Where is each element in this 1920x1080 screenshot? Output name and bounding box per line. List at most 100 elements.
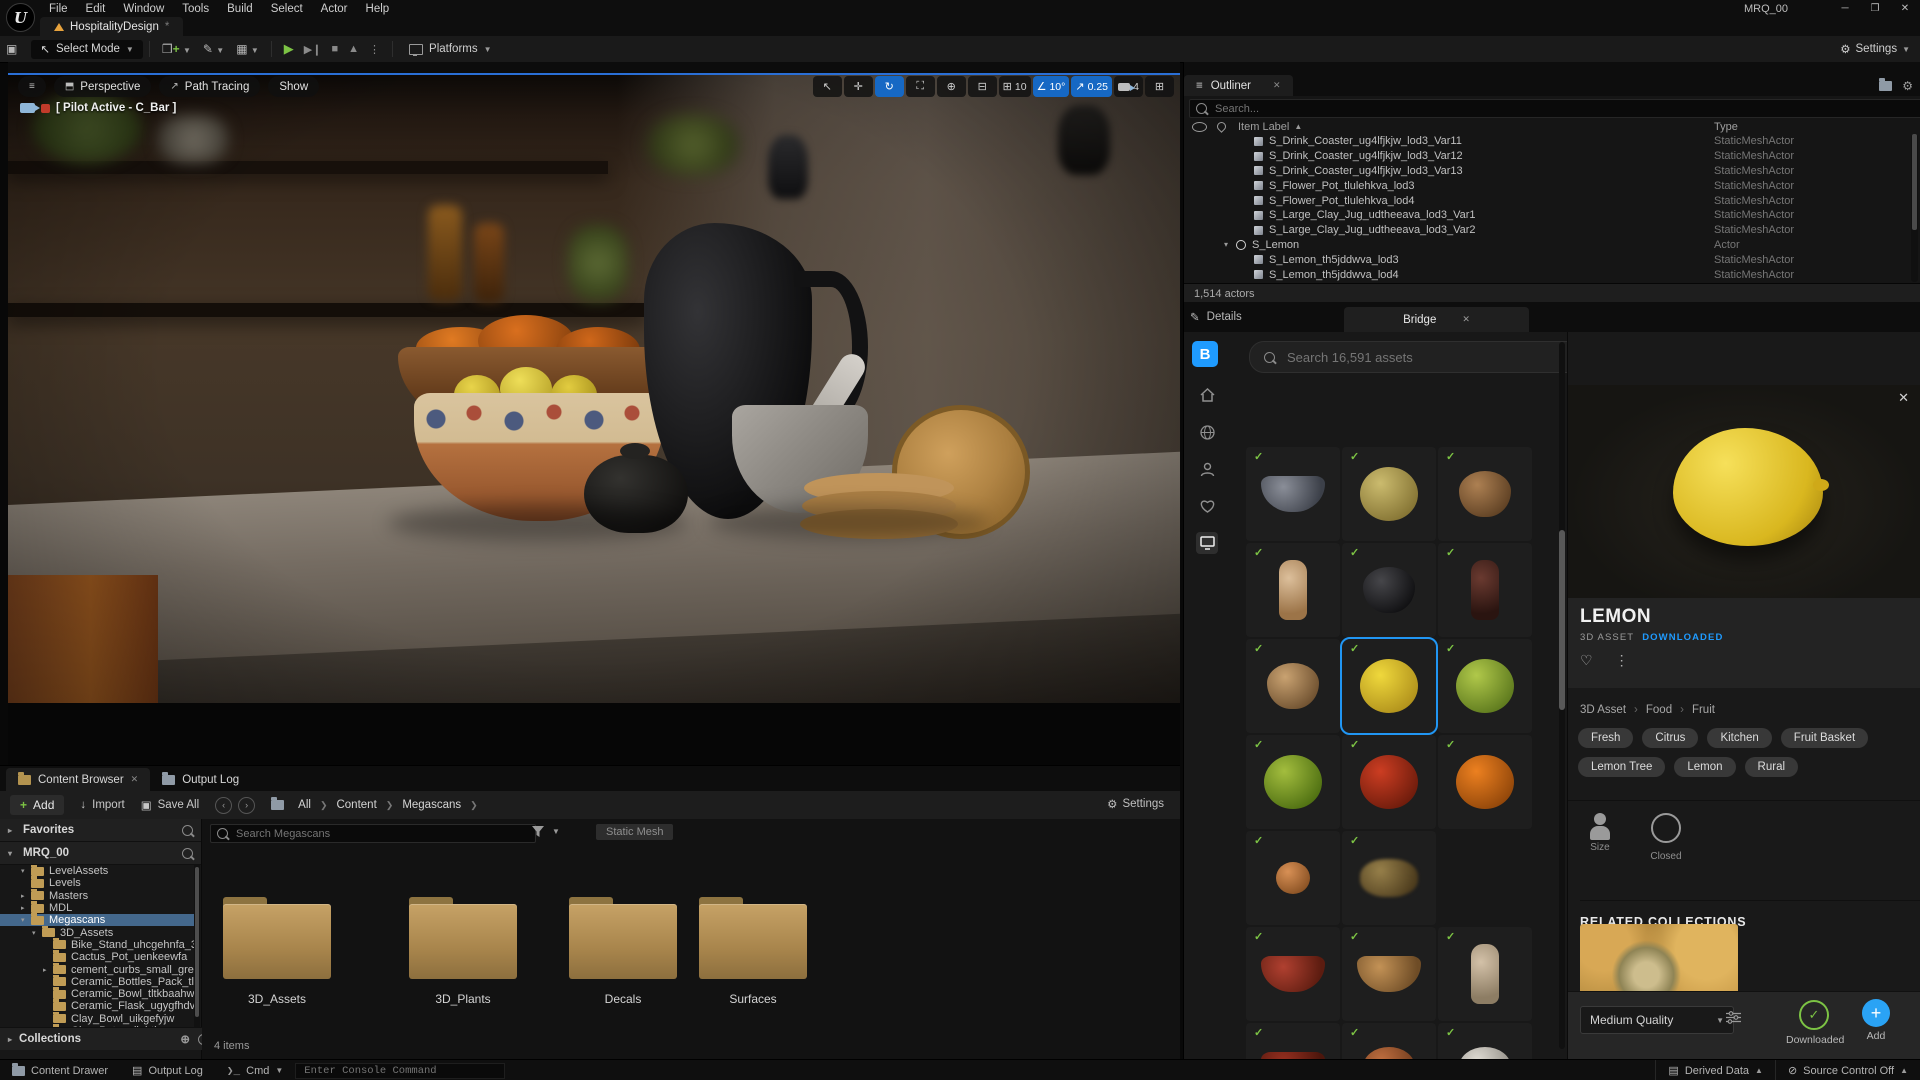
- asset-tile[interactable]: ✓: [1438, 543, 1532, 637]
- column-type[interactable]: Type: [1714, 121, 1738, 133]
- visibility-eye-icon[interactable]: [1192, 122, 1207, 132]
- menu-item[interactable]: Edit: [79, 2, 113, 16]
- cmd-dropdown[interactable]: ❯_ Cmd ▼: [215, 1060, 295, 1080]
- save-icon[interactable]: ▣: [0, 42, 23, 56]
- menu-item[interactable]: Build: [220, 2, 260, 16]
- quality-select[interactable]: Medium Quality ▼: [1580, 1006, 1734, 1034]
- console-input[interactable]: [302, 1064, 498, 1078]
- tree-arrow-icon[interactable]: ▸: [21, 904, 31, 912]
- asset-tile[interactable]: ✓: [1342, 735, 1436, 829]
- tab-output-log[interactable]: Output Log: [150, 768, 251, 791]
- tag-pill[interactable]: Kitchen: [1707, 728, 1771, 748]
- tree-scrollbar[interactable]: [194, 865, 200, 1043]
- move-tool-button[interactable]: ✛: [844, 76, 873, 97]
- eject-button[interactable]: ▲: [348, 43, 359, 55]
- home-icon[interactable]: [1196, 384, 1218, 406]
- asset-tile[interactable]: ✓: [1342, 543, 1436, 637]
- tree-item[interactable]: ▾ 3D_Assets: [0, 926, 194, 938]
- show-dropdown[interactable]: Show: [268, 76, 319, 97]
- menu-item[interactable]: Select: [264, 2, 310, 16]
- tree-item[interactable]: Ceramic_Flask_ugygfhdva: [0, 1000, 194, 1012]
- tree-item[interactable]: Cactus_Pot_uenkeewfa: [0, 951, 194, 963]
- tab-bridge[interactable]: Bridge ✕: [1344, 307, 1529, 332]
- asset-tile[interactable]: ✓: [1246, 639, 1340, 733]
- table-row[interactable]: S_Flower_Pot_tlulehkva_lod4 StaticMeshAc…: [1184, 193, 1906, 208]
- grid-snap-button[interactable]: ⊞ 10: [999, 76, 1031, 97]
- asset-tile[interactable]: ✓: [1246, 447, 1340, 541]
- console-command-field[interactable]: [295, 1063, 505, 1079]
- view-mode-dropdown[interactable]: ↗Path Tracing: [159, 76, 260, 97]
- content-drawer-button[interactable]: Content Drawer: [0, 1060, 120, 1080]
- menu-item[interactable]: Window: [116, 2, 171, 16]
- folder-tile[interactable]: Decals: [558, 897, 688, 1006]
- stop-pilot-icon[interactable]: [41, 104, 50, 113]
- asset-tile[interactable]: ✓: [1246, 927, 1340, 1021]
- camera-icon[interactable]: [20, 103, 35, 113]
- table-row[interactable]: S_Flower_Pot_tlulehkva_lod3 StaticMeshAc…: [1184, 178, 1906, 193]
- table-row[interactable]: S_Drink_Coaster_ug4lfjkjw_lod3_Var12 Sta…: [1184, 149, 1906, 164]
- search-input[interactable]: [234, 827, 529, 841]
- table-row[interactable]: S_Drink_Coaster_ug4lfjkjw_lod3_Var11 Sta…: [1184, 134, 1906, 149]
- stop-button[interactable]: ■: [331, 43, 338, 55]
- tree-arrow-icon[interactable]: ▸: [43, 966, 53, 974]
- select-mode-dropdown[interactable]: ↖ Select Mode ▼: [31, 40, 143, 59]
- add-button[interactable]: + Add: [10, 795, 64, 815]
- category-crumb[interactable]: Food: [1646, 704, 1672, 716]
- close-icon[interactable]: ✕: [131, 774, 139, 785]
- folder-tile[interactable]: 3D_Assets: [212, 897, 342, 1006]
- minimize-button[interactable]: ─: [1830, 0, 1860, 17]
- kebab-menu-icon[interactable]: ⋮: [1615, 652, 1629, 669]
- rendered-scene[interactable]: [8, 75, 1180, 765]
- table-row[interactable]: S_Lemon_th5jddwva_lod3 StaticMeshActor: [1184, 252, 1906, 267]
- breadcrumb-item[interactable]: Megascans: [402, 799, 461, 811]
- add-asset-button[interactable]: + Add: [1856, 999, 1896, 1042]
- sort-ascending-icon[interactable]: ▲: [1294, 122, 1302, 131]
- asset-tile[interactable]: ✓: [1342, 831, 1436, 925]
- chevron-down-icon[interactable]: ▼: [552, 827, 560, 836]
- tag-pill[interactable]: Citrus: [1642, 728, 1698, 748]
- asset-tile[interactable]: ✓: [1246, 735, 1340, 829]
- asset-tile[interactable]: ✓: [1342, 639, 1436, 733]
- folder-tile[interactable]: Surfaces: [688, 897, 818, 1006]
- cinematics-button[interactable]: ▦ ▼: [230, 42, 265, 56]
- pin-icon[interactable]: [1215, 120, 1228, 133]
- grid-scrollbar[interactable]: [1559, 342, 1565, 1049]
- tree-item[interactable]: ▸ cement_curbs_small_grey_: [0, 963, 194, 975]
- tag-pill[interactable]: Lemon Tree: [1578, 757, 1665, 777]
- category-crumb[interactable]: 3D Asset: [1580, 704, 1626, 716]
- asset-tile[interactable]: ✓: [1342, 447, 1436, 541]
- asset-tile[interactable]: ✓: [1438, 831, 1532, 925]
- play-options-kebab[interactable]: ⋮: [369, 43, 380, 56]
- breadcrumb-item[interactable]: Content: [336, 799, 376, 811]
- tree-item[interactable]: ▸ Masters: [0, 890, 194, 902]
- filter-funnel-icon[interactable]: [532, 826, 544, 837]
- table-row[interactable]: S_Lemon_th5jddwva_lod4 StaticMeshActor: [1184, 267, 1906, 282]
- menu-item[interactable]: File: [42, 2, 75, 16]
- project-root-header[interactable]: ▾ MRQ_00: [0, 842, 201, 865]
- tree-arrow-icon[interactable]: ▾: [21, 867, 31, 875]
- collapse-arrow-icon[interactable]: ▾: [8, 849, 16, 858]
- asset-search-field[interactable]: [210, 824, 536, 843]
- tree-item[interactable]: Ceramic_Bowl_tltkbaahw: [0, 988, 194, 1000]
- expand-arrow-icon[interactable]: ▸: [8, 1035, 12, 1044]
- forward-button[interactable]: ›: [238, 797, 255, 814]
- menu-item[interactable]: Help: [359, 2, 397, 16]
- favorite-heart-icon[interactable]: ♡: [1580, 652, 1593, 669]
- unreal-logo[interactable]: U: [6, 3, 35, 32]
- perspective-dropdown[interactable]: ⬒Perspective: [54, 76, 152, 97]
- tree-item[interactable]: Ceramic_Bottles_Pack_tlhf: [0, 976, 194, 988]
- settings-dropdown[interactable]: ⚙ Settings ▼: [1840, 42, 1910, 56]
- add-actor-button[interactable]: ❒+ ▼: [156, 42, 197, 56]
- asset-tile[interactable]: ✓: [1246, 543, 1340, 637]
- close-button[interactable]: ✕: [1890, 0, 1920, 17]
- download-settings-icon[interactable]: [1726, 1011, 1741, 1024]
- close-icon[interactable]: ✕: [1898, 390, 1909, 406]
- platforms-dropdown[interactable]: Platforms ▼: [409, 43, 492, 55]
- search-icon[interactable]: [182, 825, 193, 836]
- tree-item[interactable]: Bike_Stand_uhcgehnfa_3d: [0, 939, 194, 951]
- favorites-header[interactable]: ▸ Favorites: [0, 819, 201, 842]
- table-row[interactable]: S_Drink_Coaster_ug4lfjkjw_lod3_Var13 Sta…: [1184, 164, 1906, 179]
- world-space-button[interactable]: ⊕: [937, 76, 966, 97]
- maximize-button[interactable]: ❐: [1860, 0, 1890, 17]
- tree-item[interactable]: ▸ MDL: [0, 902, 194, 914]
